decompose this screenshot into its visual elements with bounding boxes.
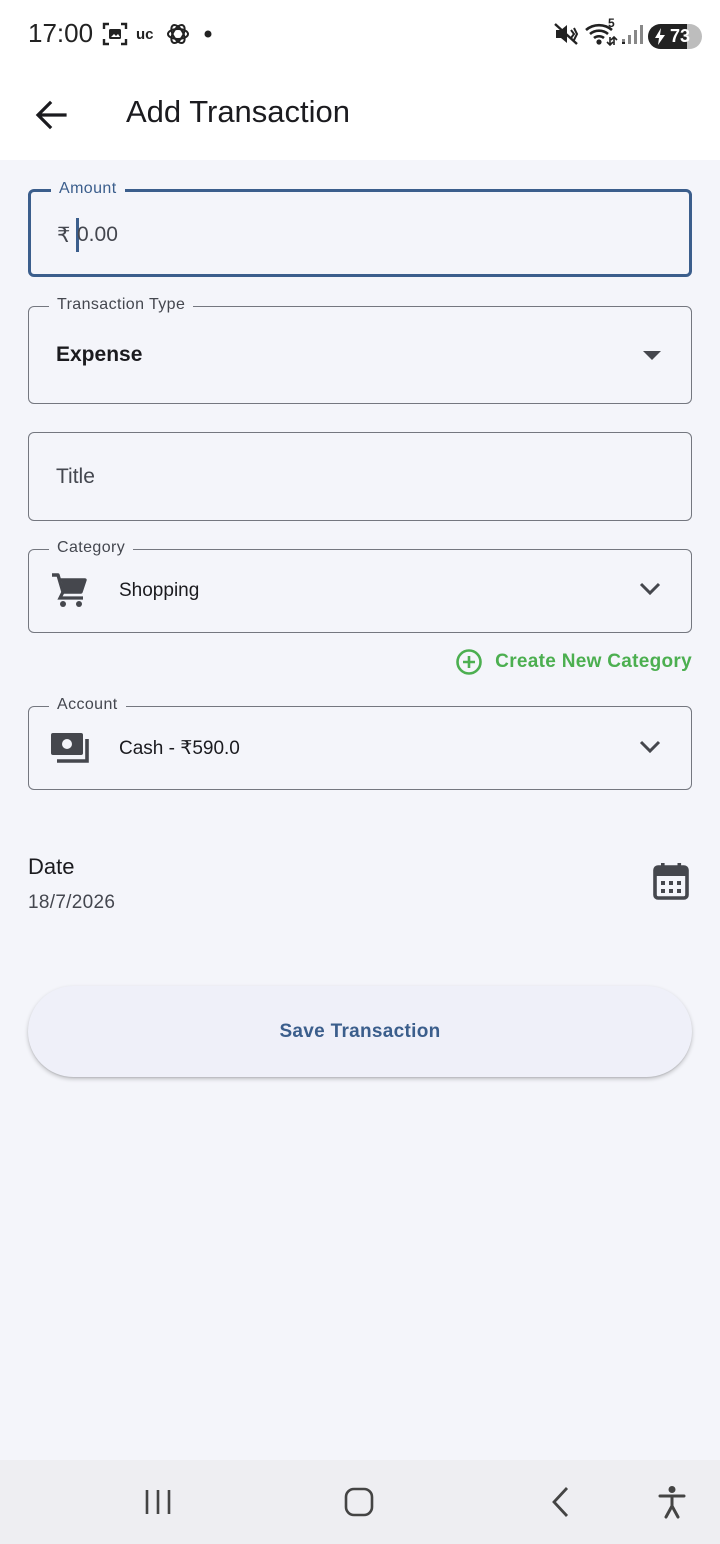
date-picker-button[interactable] xyxy=(650,860,692,902)
notification-dot-icon xyxy=(204,20,212,48)
amount-input[interactable]: 0.00 xyxy=(77,223,118,247)
wifi-icon: 5 xyxy=(584,16,618,48)
accessibility-icon xyxy=(658,1486,686,1519)
back-icon xyxy=(552,1487,569,1517)
shopping-cart-icon xyxy=(52,573,87,607)
payments-icon xyxy=(51,733,89,763)
date-value: 18/7/2026 xyxy=(28,892,116,913)
battery-charging-icon: 73 xyxy=(648,22,702,50)
account-value: Cash - ₹590.0 xyxy=(119,738,240,759)
transaction-type-label: Transaction Type xyxy=(49,296,194,314)
save-transaction-button[interactable]: Save Transaction xyxy=(28,986,692,1077)
category-value: Shopping xyxy=(119,580,200,601)
create-category-label: Create New Category xyxy=(495,651,692,672)
chevron-down-icon xyxy=(639,740,661,754)
recent-apps-button[interactable] xyxy=(136,1482,180,1522)
calendar-icon xyxy=(653,863,689,900)
recent-apps-icon xyxy=(145,1490,171,1514)
transaction-type-value: Expense xyxy=(56,343,143,366)
category-dropdown[interactable]: Category Shopping xyxy=(28,539,692,633)
add-circle-icon xyxy=(456,649,482,675)
currency-prefix: ₹ xyxy=(57,224,71,247)
mute-icon xyxy=(553,20,579,48)
back-button[interactable] xyxy=(26,90,76,140)
home-icon xyxy=(344,1487,374,1517)
account-label: Account xyxy=(49,696,126,714)
amount-field[interactable]: Amount ₹ 0.00 xyxy=(28,180,692,277)
arrow-left-icon xyxy=(35,100,67,130)
system-nav-bar xyxy=(0,1460,720,1544)
status-bar: 17:00 uc 5 73 xyxy=(0,0,720,70)
account-dropdown[interactable]: Account Cash - ₹590.0 xyxy=(28,696,692,790)
create-category-button[interactable]: Create New Category xyxy=(455,648,692,676)
title-field[interactable]: Title xyxy=(28,432,692,521)
screenshot-icon xyxy=(102,20,128,48)
battery-level: 73 xyxy=(670,25,691,46)
system-back-button[interactable] xyxy=(540,1482,580,1522)
status-time: 17:00 xyxy=(28,18,94,48)
home-button[interactable] xyxy=(336,1482,382,1522)
category-label: Category xyxy=(49,539,134,557)
network-type-label: 5 xyxy=(608,16,615,30)
chevron-down-icon xyxy=(639,582,661,596)
app-bar: Add Transaction xyxy=(0,70,720,160)
page-title: Add Transaction xyxy=(126,94,351,129)
dropdown-arrow-icon xyxy=(643,351,661,360)
save-transaction-label: Save Transaction xyxy=(279,1020,441,1042)
accessibility-button[interactable] xyxy=(652,1482,692,1522)
date-label: Date xyxy=(28,854,75,879)
uc-browser-icon: uc xyxy=(136,25,154,43)
amount-label: Amount xyxy=(51,180,125,198)
title-input[interactable]: Title xyxy=(56,465,95,489)
transaction-type-dropdown[interactable]: Transaction Type Expense xyxy=(28,296,692,404)
chatgpt-icon xyxy=(165,20,191,48)
signal-icon xyxy=(620,20,644,48)
